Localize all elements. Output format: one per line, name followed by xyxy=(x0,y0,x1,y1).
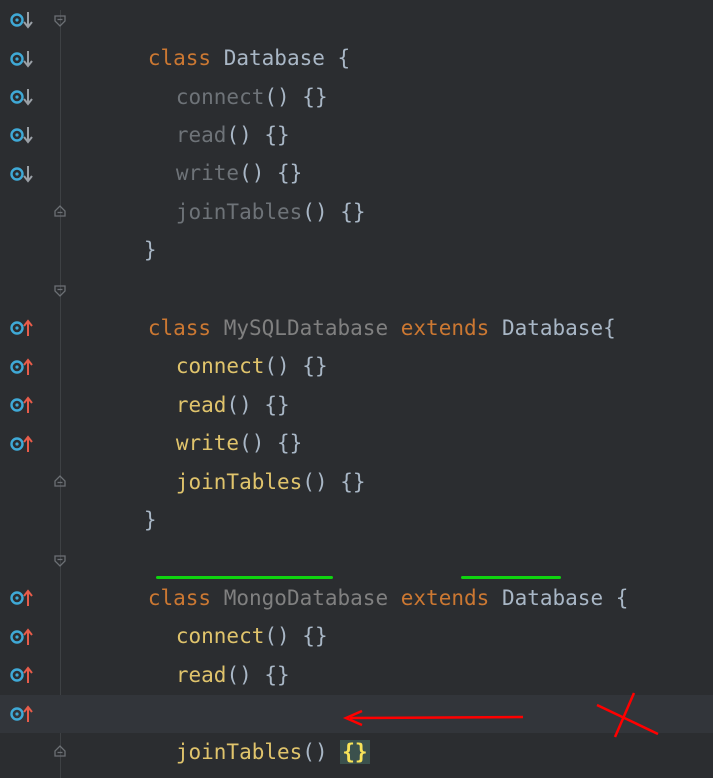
implemented-method-icon[interactable] xyxy=(10,124,36,146)
overriding-method-icon[interactable] xyxy=(10,317,36,339)
closing-brace: } xyxy=(143,238,157,262)
code-line[interactable]: write() {} xyxy=(0,386,713,455)
implemented-method-icon[interactable] xyxy=(10,86,36,108)
overriding-method-icon[interactable] xyxy=(10,433,36,455)
current-code-line[interactable]: joinTables() {} xyxy=(0,695,713,764)
code-line[interactable]: } xyxy=(0,733,713,771)
code-line[interactable]: connect() {} xyxy=(0,579,713,648)
code-line[interactable]: } xyxy=(0,193,713,262)
code-line[interactable]: joinTables() {} xyxy=(0,425,713,494)
code-line[interactable]: read() {} xyxy=(0,348,713,417)
fold-collapse-icon[interactable] xyxy=(52,12,68,28)
code-line[interactable]: class MongoDatabase extends Database { xyxy=(0,541,713,610)
code-line[interactable]: connect() {} xyxy=(0,309,713,378)
closing-brace: } xyxy=(143,508,157,532)
code-line[interactable]: connect() {} xyxy=(0,40,713,109)
fold-collapse-icon[interactable] xyxy=(52,552,68,568)
code-line[interactable]: class MySQLDatabase extends Database{ xyxy=(0,271,713,340)
overriding-method-icon[interactable] xyxy=(10,626,36,648)
implemented-method-icon[interactable] xyxy=(10,163,36,185)
overriding-method-icon[interactable] xyxy=(10,703,36,725)
fold-collapse-icon[interactable] xyxy=(52,282,68,298)
fold-end-icon[interactable] xyxy=(52,744,68,760)
overriding-method-icon[interactable] xyxy=(10,394,36,416)
overriding-method-icon[interactable] xyxy=(10,587,36,609)
fold-end-icon[interactable] xyxy=(52,474,68,490)
code-line[interactable]: } xyxy=(0,463,713,532)
code-line[interactable]: joinTables() {} xyxy=(0,155,713,224)
fold-end-icon[interactable] xyxy=(52,204,68,220)
implemented-method-icon[interactable] xyxy=(10,48,36,70)
code-line[interactable]: write() {} xyxy=(0,656,713,725)
code-editor[interactable]: class Database { connect() {} read() {} … xyxy=(0,0,713,778)
overriding-method-icon[interactable] xyxy=(10,664,36,686)
code-line[interactable]: write() {} xyxy=(0,116,713,185)
implemented-method-icon[interactable] xyxy=(10,9,36,31)
code-line[interactable]: read() {} xyxy=(0,78,713,147)
code-line[interactable]: read() {} xyxy=(0,618,713,687)
code-line[interactable]: class Database { xyxy=(0,1,713,70)
overriding-method-icon[interactable] xyxy=(10,356,36,378)
